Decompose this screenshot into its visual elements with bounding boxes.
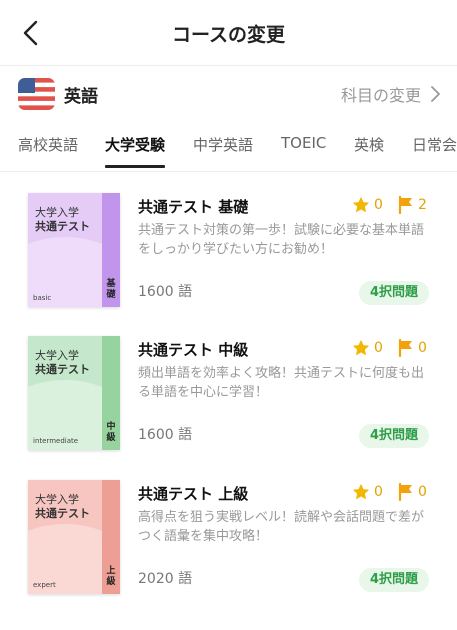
quiz-type-badge: 4択問題 — [359, 568, 429, 592]
star-count-value: 0 — [374, 484, 383, 500]
quiz-type-badge: 4択問題 — [359, 281, 429, 305]
star-icon — [353, 484, 369, 500]
page-title: コースの変更 — [171, 24, 286, 46]
subject-name: 英語 — [64, 87, 98, 107]
word-count: 2020 語 — [138, 571, 193, 587]
course-item-expert[interactable]: 大学入学 共通テスト 上級 expert 共通テスト 上級 0 0 高得点を狙う… — [0, 480, 457, 620]
star-count-value: 0 — [374, 340, 383, 356]
tab-junior-high-english[interactable]: 中学英語 — [193, 134, 253, 170]
flag-count: 2 — [398, 196, 427, 214]
cover-tag: basic — [33, 294, 52, 302]
course-cover: 大学入学 共通テスト 中級 intermediate — [28, 336, 120, 450]
tab-toeic[interactable]: TOEIC — [281, 134, 326, 170]
cover-title-line1: 大学入学 — [35, 493, 79, 506]
quiz-type-badge: 4択問題 — [359, 424, 429, 448]
tab-daily-conversation[interactable]: 日常会 — [412, 134, 457, 170]
flag-count: 0 — [398, 339, 427, 357]
tab-label: 日常会 — [412, 136, 457, 154]
cover-title-line1: 大学入学 — [35, 206, 79, 219]
cover-title: 大学入学 共通テスト — [35, 493, 90, 521]
cover-title-line2: 共通テスト — [35, 220, 90, 233]
star-icon — [353, 340, 369, 356]
tab-eiken[interactable]: 英検 — [354, 134, 384, 170]
course-cover: 大学入学 共通テスト 上級 expert — [28, 480, 120, 594]
tab-high-school-english[interactable]: 高校英語 — [18, 134, 78, 170]
cover-title-line2: 共通テスト — [35, 507, 90, 520]
course-item-intermediate[interactable]: 大学入学 共通テスト 中級 intermediate 共通テスト 中級 0 0 … — [0, 336, 457, 476]
star-count: 0 — [352, 483, 383, 501]
flag-icon — [398, 483, 412, 501]
tab-label: 中学英語 — [193, 136, 254, 154]
course-item-basic[interactable]: 大学入学 共通テスト 基礎 basic 共通テスト 基礎 0 2 共通テスト対策… — [0, 193, 457, 333]
course-category-tabs: 高校英語 大学受験 中学英語 TOEIC 英検 日常会 — [0, 126, 457, 172]
change-subject-button[interactable]: 科目の変更 — [341, 80, 441, 108]
cover-title-line2: 共通テスト — [35, 363, 90, 376]
flag-count-value: 0 — [418, 484, 427, 500]
app-header: コースの変更 — [0, 0, 457, 66]
tab-label: 高校英語 — [18, 136, 79, 154]
tab-university-exam[interactable]: 大学受験 — [105, 134, 166, 170]
star-count: 0 — [352, 339, 383, 357]
flag-count-value: 2 — [418, 197, 427, 213]
course-description: 共通テスト対策の第一歩！試験に必要な基本単語をしっかり学びたい方にお勧め！ — [138, 223, 425, 257]
us-flag-icon — [18, 78, 55, 110]
flag-icon — [398, 339, 412, 357]
subject-row: 英語 科目の変更 — [0, 66, 457, 122]
course-title: 共通テスト 基礎 — [138, 198, 249, 216]
word-count: 1600 語 — [138, 284, 193, 300]
cover-title: 大学入学 共通テスト — [35, 206, 90, 234]
star-count-value: 0 — [374, 197, 383, 213]
course-cover: 大学入学 共通テスト 基礎 basic — [28, 193, 120, 307]
course-description: 高得点を狙う実戦レベル！読解や会話問題で差がつく語彙を集中攻略！ — [138, 510, 425, 544]
flag-icon — [398, 196, 412, 214]
change-subject-label: 科目の変更 — [340, 86, 421, 105]
cover-level: 上級 — [106, 566, 116, 587]
tab-label: 英検 — [354, 136, 385, 154]
cover-title: 大学入学 共通テスト — [35, 349, 90, 377]
course-title: 共通テスト 中級 — [138, 341, 249, 359]
word-count: 1600 語 — [138, 427, 193, 443]
cover-tag: intermediate — [33, 437, 79, 445]
tab-label: TOEIC — [281, 134, 327, 152]
active-tab-indicator — [105, 165, 166, 168]
course-description: 頻出単語を効率よく攻略！共通テストに何度も出る単語を中心に学習！ — [138, 366, 425, 400]
star-icon — [353, 197, 369, 213]
cover-tag: expert — [33, 581, 56, 589]
course-title: 共通テスト 上級 — [138, 485, 249, 503]
star-count: 0 — [352, 196, 383, 214]
cover-level: 基礎 — [106, 279, 116, 300]
flag-count: 0 — [398, 483, 427, 501]
cover-level: 中級 — [106, 422, 116, 443]
flag-count-value: 0 — [418, 340, 427, 356]
tab-label: 大学受験 — [105, 136, 166, 154]
chevron-right-icon — [431, 86, 440, 102]
cover-title-line1: 大学入学 — [35, 349, 79, 362]
